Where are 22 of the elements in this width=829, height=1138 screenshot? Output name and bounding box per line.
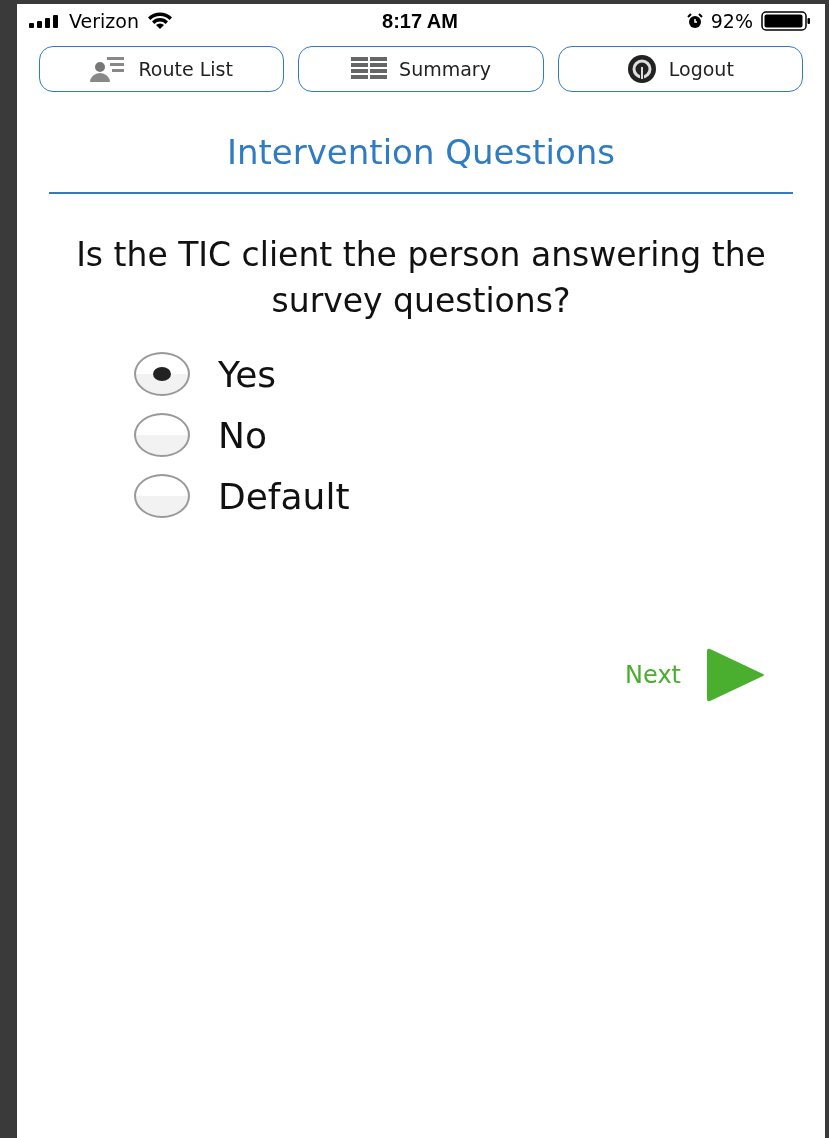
logout-button[interactable]: Logout [557, 46, 803, 92]
page-title: Intervention Questions [225, 131, 617, 174]
person-list-icon [90, 55, 127, 83]
carrier-name: Verizon [69, 10, 139, 32]
option-label[interactable]: Yes [218, 353, 277, 395]
battery-percent: 92% [710, 10, 753, 32]
question-text: Is the TIC client the person answering the survey questions? [75, 234, 767, 322]
signal-icon [29, 14, 61, 28]
route-list-button[interactable]: Route List [39, 46, 285, 92]
summary-button[interactable]: Summary [298, 46, 544, 92]
wifi-icon [146, 12, 173, 30]
option-label[interactable]: No [218, 414, 267, 456]
radio-button[interactable] [134, 413, 190, 457]
battery-icon [761, 11, 811, 31]
option-label[interactable]: Default [218, 475, 350, 517]
radio-button[interactable] [134, 352, 190, 396]
alarm-icon [686, 13, 703, 29]
table-icon [351, 57, 388, 81]
radio-button[interactable] [134, 474, 190, 518]
power-icon [626, 54, 657, 84]
play-icon [705, 648, 765, 702]
clock-time: 8:17 AM [382, 9, 458, 33]
